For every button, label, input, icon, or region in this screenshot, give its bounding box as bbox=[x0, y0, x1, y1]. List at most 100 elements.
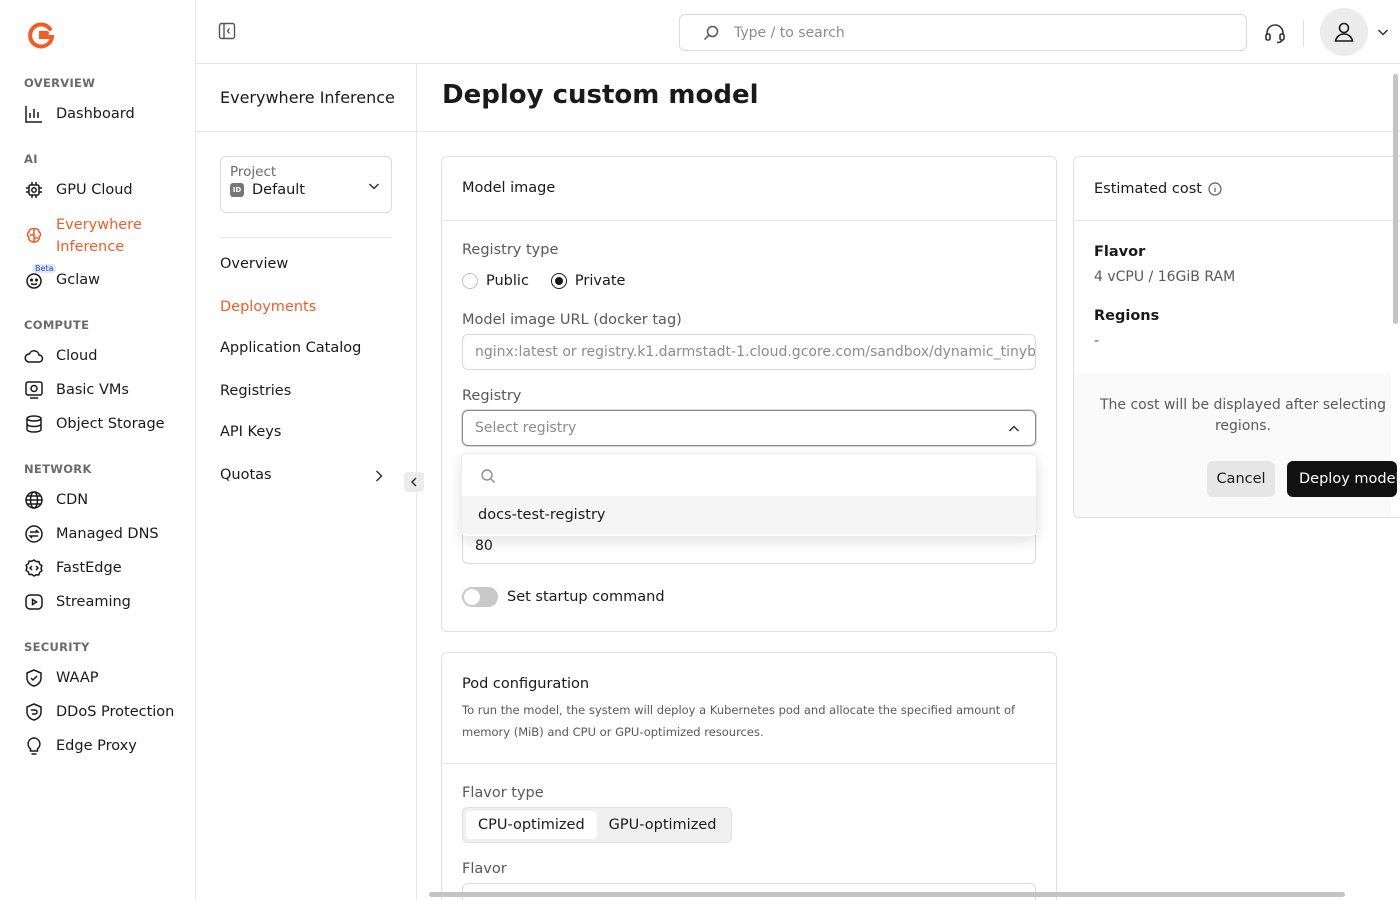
database-icon bbox=[24, 414, 44, 434]
nav-item-cloud[interactable]: Cloud bbox=[24, 346, 97, 366]
nav-item-cdn[interactable]: CDN bbox=[24, 490, 88, 510]
registry-select-placeholder: Select registry bbox=[475, 420, 577, 436]
nav-item-label: DDoS Protection bbox=[56, 704, 175, 720]
card-header: Model image bbox=[462, 180, 556, 196]
scrollbar-thumb[interactable] bbox=[429, 892, 1345, 897]
toggle-switch[interactable] bbox=[462, 587, 498, 607]
radio-private[interactable] bbox=[550, 273, 567, 289]
nav-item-label: Object Storage bbox=[56, 416, 165, 432]
card-header: Pod configuration bbox=[462, 676, 590, 692]
nav-item-label: Dashboard bbox=[56, 106, 135, 122]
model-image-url-label: Model image URL (docker tag) bbox=[462, 312, 682, 328]
divider bbox=[417, 131, 1400, 132]
id-badge-icon: ID bbox=[230, 183, 244, 197]
nav-item-basic-vms[interactable]: Basic VMs bbox=[24, 380, 129, 400]
nav-item-object-storage[interactable]: Object Storage bbox=[24, 414, 165, 434]
top-bar bbox=[196, 0, 1400, 64]
nav-item-managed-dns[interactable]: Managed DNS bbox=[24, 524, 159, 544]
subnav-item-deployments[interactable]: Deployments bbox=[220, 299, 316, 315]
subnav-item-quotas[interactable]: Quotas bbox=[220, 467, 272, 483]
divider bbox=[220, 237, 392, 238]
dns-arrows-icon bbox=[24, 524, 44, 544]
nav-item-label: Edge Proxy bbox=[56, 738, 137, 754]
avatar bbox=[1320, 8, 1368, 56]
radio-public[interactable] bbox=[462, 273, 478, 289]
user-menu[interactable] bbox=[1320, 8, 1392, 56]
nav-item-fastedge[interactable]: FastEdge bbox=[24, 558, 122, 578]
subnav-item-registries[interactable]: Registries bbox=[220, 383, 291, 399]
vm-icon bbox=[24, 380, 44, 400]
nav-item-waap[interactable]: WAAP bbox=[24, 668, 99, 688]
nav-item-label: Everywhere Inference bbox=[56, 217, 142, 255]
horizontal-scrollbar[interactable] bbox=[417, 888, 1390, 900]
dropdown-option[interactable]: docs-test-registry bbox=[462, 496, 1036, 534]
shield-check-icon bbox=[24, 668, 44, 688]
divider bbox=[442, 220, 1056, 221]
nav-item-dashboard[interactable]: Dashboard bbox=[24, 104, 135, 124]
toggle-label: Set startup command bbox=[507, 589, 665, 605]
nav-section-compute: COMPUTE bbox=[24, 318, 90, 332]
estimated-cost-card: Estimated cost Flavor 4 vCPU / 16GiB RAM… bbox=[1073, 156, 1400, 518]
scrollbar-thumb[interactable] bbox=[1393, 74, 1398, 324]
cancel-button[interactable]: Cancel bbox=[1207, 461, 1275, 497]
pod-configuration-card: Pod configuration To run the model, the … bbox=[441, 652, 1057, 900]
radio-public-label[interactable]: Public bbox=[486, 273, 529, 289]
startup-command-toggle[interactable]: Set startup command bbox=[462, 587, 665, 607]
sidebar-toggle-icon[interactable] bbox=[218, 22, 236, 40]
subnav-title: Everywhere Inference bbox=[220, 88, 395, 107]
user-icon bbox=[1334, 22, 1354, 42]
search-input[interactable] bbox=[734, 24, 1194, 41]
cost-regions-value: - bbox=[1094, 333, 1100, 349]
divider bbox=[442, 763, 1056, 764]
subnav-item-overview[interactable]: Overview bbox=[220, 256, 288, 272]
nav-item-gpu-cloud[interactable]: GPU Cloud bbox=[24, 180, 133, 200]
nav-item-label: Basic VMs bbox=[56, 382, 129, 398]
info-icon[interactable] bbox=[1208, 182, 1222, 196]
cost-regions-label: Regions bbox=[1094, 308, 1160, 324]
robot-face-icon: Beta bbox=[24, 264, 57, 290]
deploy-model-button[interactable]: Deploy model bbox=[1287, 461, 1397, 497]
registry-label: Registry bbox=[462, 388, 522, 404]
nav-section-overview: OVERVIEW bbox=[24, 76, 96, 90]
divider bbox=[1074, 220, 1400, 221]
play-icon bbox=[24, 592, 44, 612]
nav-item-edge-proxy[interactable]: Edge Proxy bbox=[24, 736, 137, 756]
globe-icon bbox=[24, 490, 44, 510]
registry-type-label: Registry type bbox=[462, 242, 559, 258]
flavor-type-segmented: CPU-optimized GPU-optimized bbox=[462, 807, 733, 843]
vertical-scrollbar[interactable] bbox=[1390, 64, 1400, 900]
registry-select[interactable]: Select registry bbox=[462, 410, 1036, 446]
nav-item-everywhere-inference[interactable]: Everywhere Inference bbox=[24, 214, 156, 258]
left-nav: OVERVIEW Dashboard AI GPU Cloud Everywhe… bbox=[0, 0, 196, 900]
model-image-url-input[interactable]: nginx:latest or registry.k1.darmstadt-1.… bbox=[462, 334, 1036, 370]
nav-item-gclaw[interactable]: Beta Gclaw bbox=[24, 264, 100, 290]
global-search[interactable] bbox=[679, 14, 1247, 51]
flavor-type-label: Flavor type bbox=[462, 785, 544, 801]
headset-support-icon[interactable] bbox=[1263, 21, 1287, 45]
nav-item-label: GPU Cloud bbox=[56, 182, 133, 198]
project-selector[interactable]: Project ID Default bbox=[220, 156, 392, 213]
cost-header: Estimated cost bbox=[1094, 181, 1202, 197]
nav-item-label: WAAP bbox=[56, 670, 99, 686]
subnav-item-api-keys[interactable]: API Keys bbox=[220, 424, 281, 440]
flavor-type-cpu[interactable]: CPU-optimized bbox=[466, 811, 597, 839]
pod-config-description: To run the model, the system will deploy… bbox=[462, 703, 1016, 739]
topbar-divider bbox=[1303, 20, 1304, 46]
nav-section-security: SECURITY bbox=[24, 640, 90, 654]
flavor-type-gpu[interactable]: GPU-optimized bbox=[597, 811, 729, 839]
flavor-label: Flavor bbox=[462, 861, 507, 877]
radio-private-label[interactable]: Private bbox=[575, 273, 626, 289]
chevron-down-icon bbox=[368, 183, 380, 190]
subnav-item-application-catalog[interactable]: Application Catalog bbox=[220, 340, 361, 356]
search-icon bbox=[703, 25, 719, 40]
nav-item-ddos-protection[interactable]: DDoS Protection bbox=[24, 702, 174, 722]
nav-item-streaming[interactable]: Streaming bbox=[24, 592, 131, 612]
cost-flavor-label: Flavor bbox=[1094, 244, 1146, 260]
collapse-subnav-button[interactable] bbox=[404, 472, 424, 492]
ddos-shield-icon bbox=[24, 702, 44, 722]
gcore-logo-icon[interactable] bbox=[26, 20, 56, 50]
bar-chart-icon bbox=[24, 104, 44, 124]
chevron-down-icon bbox=[1377, 29, 1389, 36]
chevron-right-icon[interactable] bbox=[372, 468, 386, 484]
registry-dropdown: docs-test-registry bbox=[461, 453, 1037, 537]
